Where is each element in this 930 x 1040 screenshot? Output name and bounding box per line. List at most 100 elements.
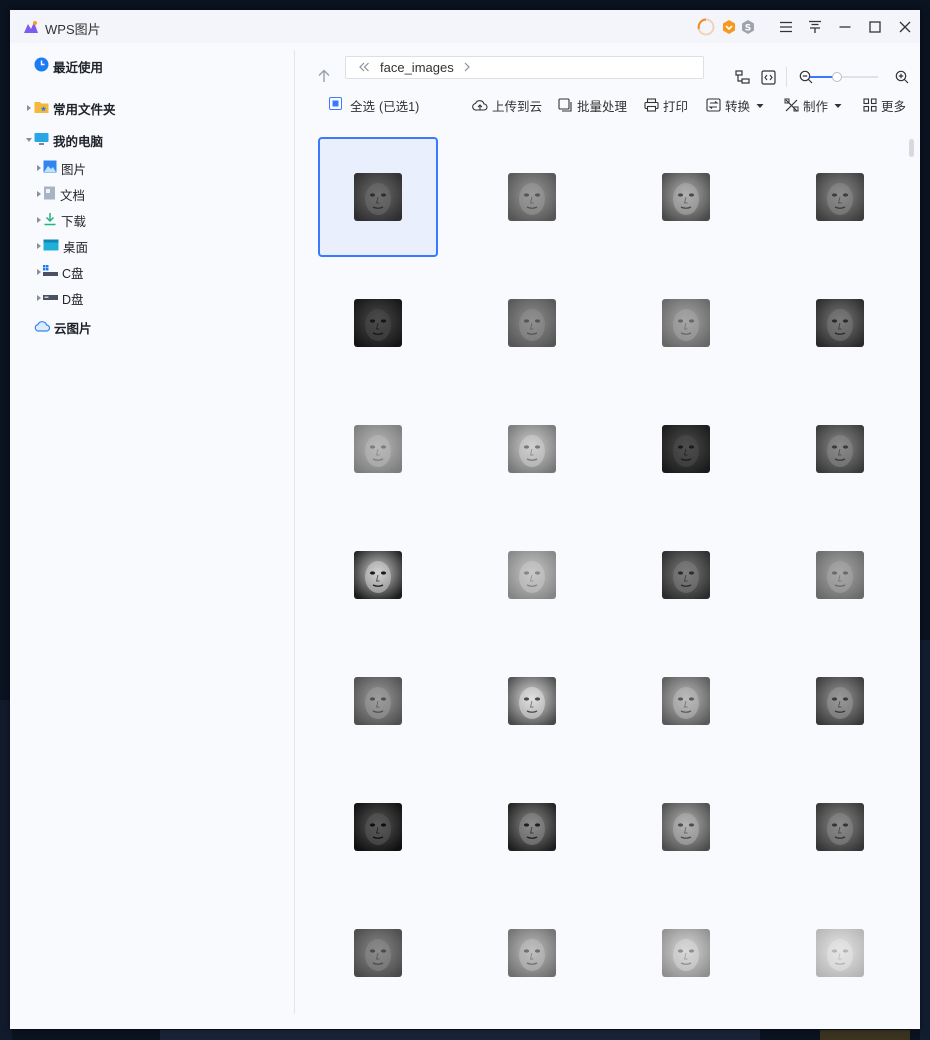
thumbnail-item[interactable] bbox=[780, 515, 900, 635]
up-arrow-icon[interactable] bbox=[317, 69, 331, 86]
sidebar-item-cloud[interactable]: 云图片 bbox=[34, 316, 92, 338]
select-all-checkbox[interactable]: 全选 (已选1) bbox=[329, 95, 419, 115]
thumbnail-item[interactable] bbox=[472, 137, 592, 257]
thumbnail-item[interactable] bbox=[626, 641, 746, 761]
sidebar-item-drive-d[interactable]: D盘 bbox=[43, 287, 84, 309]
sidebar-item-favorites[interactable]: 常用文件夹 bbox=[34, 97, 116, 119]
face-photo-thumbnail bbox=[662, 425, 710, 473]
thumbnail-item[interactable] bbox=[318, 641, 438, 761]
thumbnail-item[interactable] bbox=[780, 389, 900, 509]
loading-ring-icon[interactable] bbox=[696, 17, 716, 37]
scrollbar-thumb[interactable] bbox=[909, 139, 914, 157]
thumbnail-item[interactable] bbox=[318, 389, 438, 509]
sidebar-item-downloads[interactable]: 下载 bbox=[43, 209, 86, 231]
s-badge-icon[interactable]: S bbox=[738, 17, 758, 37]
face-photo-thumbnail bbox=[354, 551, 402, 599]
path-folder[interactable]: face_images bbox=[380, 60, 454, 75]
face-photo-thumbnail bbox=[662, 551, 710, 599]
chevron-right-icon[interactable] bbox=[462, 61, 472, 76]
thumbnail-item[interactable] bbox=[472, 263, 592, 383]
tree-view-icon[interactable] bbox=[735, 70, 750, 88]
more-button[interactable]: 更多 bbox=[863, 95, 906, 115]
double-chevron-left-icon[interactable] bbox=[358, 61, 370, 76]
document-icon bbox=[43, 186, 56, 203]
face-photo-thumbnail bbox=[816, 803, 864, 851]
face-photo-thumbnail bbox=[816, 173, 864, 221]
toolbar-divider bbox=[786, 67, 787, 87]
face-photo-thumbnail bbox=[508, 677, 556, 725]
menu-icon[interactable] bbox=[776, 17, 796, 37]
face-photo-thumbnail bbox=[662, 929, 710, 977]
convert-label: 转换 bbox=[725, 99, 751, 114]
title-bar: WPS图片 S bbox=[10, 10, 920, 43]
sidebar-item-documents[interactable]: 文档 bbox=[43, 183, 85, 205]
caret-right-icon[interactable] bbox=[37, 217, 41, 223]
upload-button[interactable]: 上传到云 bbox=[472, 95, 542, 115]
make-label: 制作 bbox=[803, 99, 829, 114]
caret-right-icon[interactable] bbox=[37, 269, 41, 275]
sidebar-item-label: 常用文件夹 bbox=[53, 102, 116, 117]
zoom-knob[interactable] bbox=[832, 72, 842, 82]
sidebar-item-label: 文档 bbox=[60, 188, 86, 203]
caret-right-icon[interactable] bbox=[37, 165, 41, 171]
thumbnail-item[interactable] bbox=[626, 263, 746, 383]
thumbnail-item[interactable] bbox=[472, 515, 592, 635]
caret-right-icon[interactable] bbox=[37, 243, 41, 249]
face-photo-thumbnail bbox=[508, 929, 556, 977]
thumbnail-item[interactable] bbox=[318, 263, 438, 383]
caret-right-icon[interactable] bbox=[37, 295, 41, 301]
sidebar-item-pictures[interactable]: 图片 bbox=[43, 157, 86, 179]
vip-badge-icon[interactable] bbox=[719, 17, 739, 37]
thumbnail-item[interactable] bbox=[626, 137, 746, 257]
sidebar-item-recent[interactable]: 最近使用 bbox=[34, 55, 103, 77]
face-photo-thumbnail bbox=[354, 425, 402, 473]
thumbnail-item[interactable] bbox=[780, 137, 900, 257]
upload-label: 上传到云 bbox=[492, 99, 543, 114]
face-photo-thumbnail bbox=[508, 173, 556, 221]
print-button[interactable]: 打印 bbox=[644, 95, 688, 115]
sidebar: 最近使用 常用文件夹 我的电脑 图片 文档 下载 桌面 C盘 D盘 云图片 bbox=[10, 43, 294, 1029]
thumbnail-item[interactable] bbox=[780, 641, 900, 761]
thumbnail-item[interactable] bbox=[626, 893, 746, 1013]
thumbnail-item[interactable] bbox=[472, 641, 592, 761]
thumbnail-item[interactable] bbox=[780, 767, 900, 887]
chevron-down-icon bbox=[756, 98, 768, 112]
zoom-in-icon[interactable] bbox=[895, 70, 909, 87]
thumbnail-item[interactable] bbox=[472, 893, 592, 1013]
thumbnail-item[interactable] bbox=[780, 893, 900, 1013]
face-photo-thumbnail bbox=[662, 299, 710, 347]
code-view-icon[interactable] bbox=[761, 70, 776, 88]
close-icon[interactable] bbox=[895, 17, 915, 37]
thumbnail-item[interactable] bbox=[626, 389, 746, 509]
caret-right-icon[interactable] bbox=[37, 191, 41, 197]
main-panel: face_images 全选 (已选1) 上传到云 批量处理 打印 转换 制作 … bbox=[295, 43, 920, 1029]
path-bar[interactable]: face_images bbox=[345, 56, 704, 79]
face-photo-thumbnail bbox=[816, 677, 864, 725]
maximize-icon[interactable] bbox=[865, 17, 885, 37]
thumbnail-item[interactable] bbox=[780, 263, 900, 383]
sidebar-item-drive-c[interactable]: C盘 bbox=[43, 261, 84, 283]
batch-button[interactable]: 批量处理 bbox=[558, 95, 627, 115]
thumbnail-item[interactable] bbox=[318, 137, 438, 257]
thumbnail-item[interactable] bbox=[472, 767, 592, 887]
minimize-icon[interactable] bbox=[835, 17, 855, 37]
thumbnail-item[interactable] bbox=[318, 767, 438, 887]
thumbnail-item[interactable] bbox=[626, 515, 746, 635]
caret-down-icon[interactable] bbox=[26, 138, 32, 142]
face-photo-thumbnail bbox=[354, 299, 402, 347]
thumbnail-item[interactable] bbox=[318, 893, 438, 1013]
caret-right-icon[interactable] bbox=[27, 105, 31, 111]
zoom-slider[interactable] bbox=[810, 72, 878, 82]
make-button[interactable]: 制作 bbox=[784, 95, 846, 115]
thumbnail-item[interactable] bbox=[626, 767, 746, 887]
sidebar-item-my-computer[interactable]: 我的电脑 bbox=[34, 129, 103, 151]
pin-icon[interactable] bbox=[805, 17, 825, 37]
app-logo-icon bbox=[23, 19, 39, 38]
convert-button[interactable]: 转换 bbox=[706, 95, 768, 115]
sidebar-item-desktop[interactable]: 桌面 bbox=[43, 235, 88, 257]
batch-icon bbox=[558, 98, 572, 112]
select-all-label: 全选 bbox=[350, 99, 376, 114]
thumbnail-item[interactable] bbox=[472, 389, 592, 509]
zoom-out-icon[interactable] bbox=[799, 70, 813, 87]
thumbnail-item[interactable] bbox=[318, 515, 438, 635]
